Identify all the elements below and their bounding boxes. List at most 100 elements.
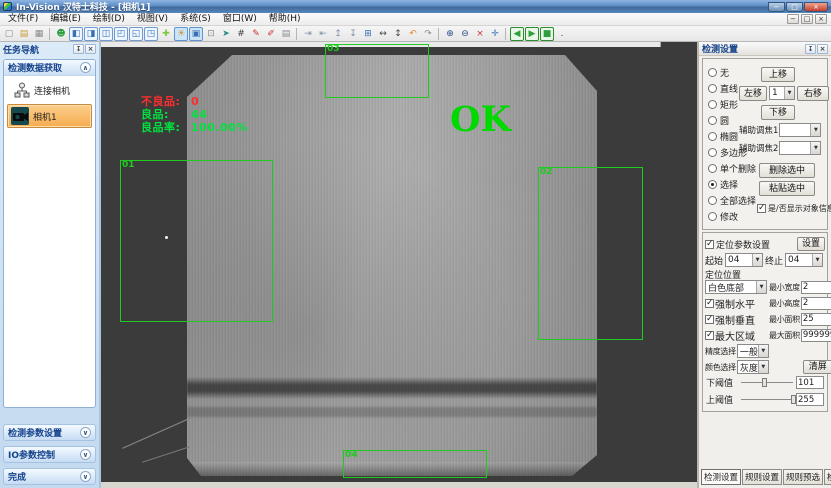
- zoom-out-icon[interactable]: ⊖: [458, 27, 472, 41]
- chevron-down-icon[interactable]: ▼: [756, 281, 766, 293]
- panel-tab[interactable]: 规则设置: [742, 469, 782, 485]
- color-select[interactable]: 灰度 ▼: [737, 360, 769, 374]
- roi-rectangle-01[interactable]: 01: [120, 160, 273, 322]
- collapse-icon[interactable]: ∧: [80, 62, 91, 73]
- layout-quad-icon[interactable]: ◰: [114, 27, 128, 41]
- pencil-icon[interactable]: ✐: [264, 27, 278, 41]
- precision-select[interactable]: 一般 ▼: [737, 344, 769, 358]
- next-frame-icon[interactable]: ▶: [525, 27, 539, 41]
- move-up-button[interactable]: 上移: [761, 67, 795, 82]
- min-height-input[interactable]: 2: [801, 297, 831, 310]
- shape-radio-option[interactable]: 无: [708, 65, 756, 79]
- upload-icon[interactable]: ↥: [331, 27, 345, 41]
- user-icon[interactable]: ☻: [54, 27, 68, 41]
- maximize-button[interactable]: □: [786, 2, 803, 12]
- download-icon[interactable]: ↧: [346, 27, 360, 41]
- sidebar-panel[interactable]: 完成 ∨: [3, 468, 96, 485]
- separator[interactable]: [49, 28, 51, 40]
- panel-tab[interactable]: 检测设置: [701, 469, 741, 485]
- shape-radio-option[interactable]: 全部选择: [708, 193, 756, 207]
- crosshair-icon[interactable]: ✚: [159, 27, 173, 41]
- layout-wide-icon[interactable]: ◱: [129, 27, 143, 41]
- separator[interactable]: [505, 28, 507, 40]
- move-right-button[interactable]: 右移: [797, 86, 829, 101]
- brush-icon[interactable]: ✎: [249, 27, 263, 41]
- force-horizontal-checkbox[interactable]: 强制水平: [705, 296, 769, 310]
- tile-icon[interactable]: ⊞: [361, 27, 375, 41]
- max-region-checkbox[interactable]: 最大区域: [705, 328, 769, 342]
- lower-threshold-value[interactable]: 101: [796, 376, 824, 389]
- separator[interactable]: [438, 28, 440, 40]
- chevron-down-icon[interactable]: ▼: [810, 124, 820, 136]
- new-icon[interactable]: ▢: [2, 27, 16, 41]
- clear-screen-button[interactable]: 清屏: [803, 360, 831, 374]
- show-object-info-checkbox[interactable]: 是/否显示对象信息: [757, 203, 831, 214]
- chevron-down-icon[interactable]: ▼: [810, 142, 820, 154]
- chevron-down-icon[interactable]: ▼: [812, 254, 822, 266]
- expand-icon[interactable]: ∨: [80, 449, 91, 460]
- positioning-enable-checkbox[interactable]: 定位参数设置: [705, 238, 770, 251]
- min-width-input[interactable]: 2: [801, 281, 831, 294]
- start-select[interactable]: 04 ▼: [725, 253, 763, 267]
- menu-item[interactable]: 绘制(D): [87, 13, 131, 25]
- fit-height-icon[interactable]: ↕: [391, 27, 405, 41]
- chevron-down-icon[interactable]: ▼: [752, 254, 762, 266]
- redo-icon[interactable]: ↷: [421, 27, 435, 41]
- connect-camera-item[interactable]: 连接相机: [14, 82, 91, 98]
- display-icon[interactable]: ⊡: [204, 27, 218, 41]
- fit-width-icon[interactable]: ↔: [376, 27, 390, 41]
- roi-rectangle-04[interactable]: 04: [343, 450, 487, 478]
- focus-2-select[interactable]: ▼: [779, 141, 821, 155]
- shape-radio-option[interactable]: 选择: [708, 177, 756, 191]
- end-select[interactable]: 04 ▼: [785, 253, 823, 267]
- panel-tab[interactable]: 检测结果: [824, 469, 831, 485]
- min-area-input[interactable]: 25: [801, 313, 831, 326]
- upper-threshold-slider[interactable]: [741, 399, 793, 400]
- sidebar-panel[interactable]: IO参数控制 ∨: [3, 446, 96, 463]
- move-left-button[interactable]: 左移: [739, 86, 767, 101]
- acquisition-group-header[interactable]: 检测数据获取 ∧: [4, 60, 95, 76]
- close-button[interactable]: ×: [804, 2, 828, 12]
- layout-single-icon[interactable]: ◧: [69, 27, 83, 41]
- canvas-scrollbar-bottom[interactable]: [101, 482, 697, 488]
- focus-1-select[interactable]: ▼: [779, 123, 821, 137]
- layout-grid-icon[interactable]: ◳: [144, 27, 158, 41]
- menu-item[interactable]: 帮助(H): [263, 13, 307, 25]
- location-select[interactable]: 白色底部 ▼: [705, 280, 767, 294]
- pan-icon[interactable]: ✛: [488, 27, 502, 41]
- lower-threshold-slider[interactable]: [741, 382, 793, 383]
- roi-rectangle-02[interactable]: 02: [538, 167, 643, 340]
- sidebar-panel[interactable]: 检测参数设置 ∨: [3, 424, 96, 441]
- layout-split-icon[interactable]: ◫: [99, 27, 113, 41]
- delete-selected-button[interactable]: 删除选中: [759, 163, 815, 178]
- upper-threshold-value[interactable]: 255: [796, 393, 824, 406]
- pin-icon[interactable]: ↧: [73, 44, 84, 54]
- import-icon[interactable]: ⇥: [301, 27, 315, 41]
- close-icon[interactable]: ×: [85, 44, 96, 54]
- menu-item[interactable]: 视图(V): [131, 13, 174, 25]
- layout-two-icon[interactable]: ◨: [84, 27, 98, 41]
- chevron-down-icon[interactable]: ▼: [758, 361, 768, 373]
- pin-icon[interactable]: ↧: [805, 44, 816, 54]
- chevron-down-icon[interactable]: ▼: [758, 345, 768, 357]
- stop-frame-icon[interactable]: ■: [540, 27, 554, 41]
- menu-item[interactable]: 编辑(E): [44, 13, 87, 25]
- shape-radio-option[interactable]: 修改: [708, 209, 756, 223]
- prev-frame-icon[interactable]: ◀: [510, 27, 524, 41]
- step-select[interactable]: 1 ▼: [769, 86, 795, 100]
- slider-thumb[interactable]: [791, 395, 796, 404]
- shape-radio-option[interactable]: 单个删除: [708, 161, 756, 175]
- bulb-icon[interactable]: ☀: [174, 27, 188, 41]
- move-down-button[interactable]: 下移: [761, 105, 795, 120]
- actual-size-icon[interactable]: ×: [473, 27, 487, 41]
- chevron-down-icon[interactable]: ▼: [784, 87, 794, 99]
- open-icon[interactable]: ▤: [17, 27, 31, 41]
- roi-rectangle-03[interactable]: 03: [325, 44, 429, 98]
- positioning-set-button[interactable]: 设置: [797, 237, 825, 251]
- print-icon[interactable]: ▦: [32, 27, 46, 41]
- mdi-restore-button[interactable]: □: [801, 14, 813, 24]
- expand-icon[interactable]: ∨: [80, 471, 91, 482]
- menu-item[interactable]: 窗口(W): [217, 13, 263, 25]
- separator[interactable]: [296, 28, 298, 40]
- image-icon[interactable]: ▣: [189, 27, 203, 41]
